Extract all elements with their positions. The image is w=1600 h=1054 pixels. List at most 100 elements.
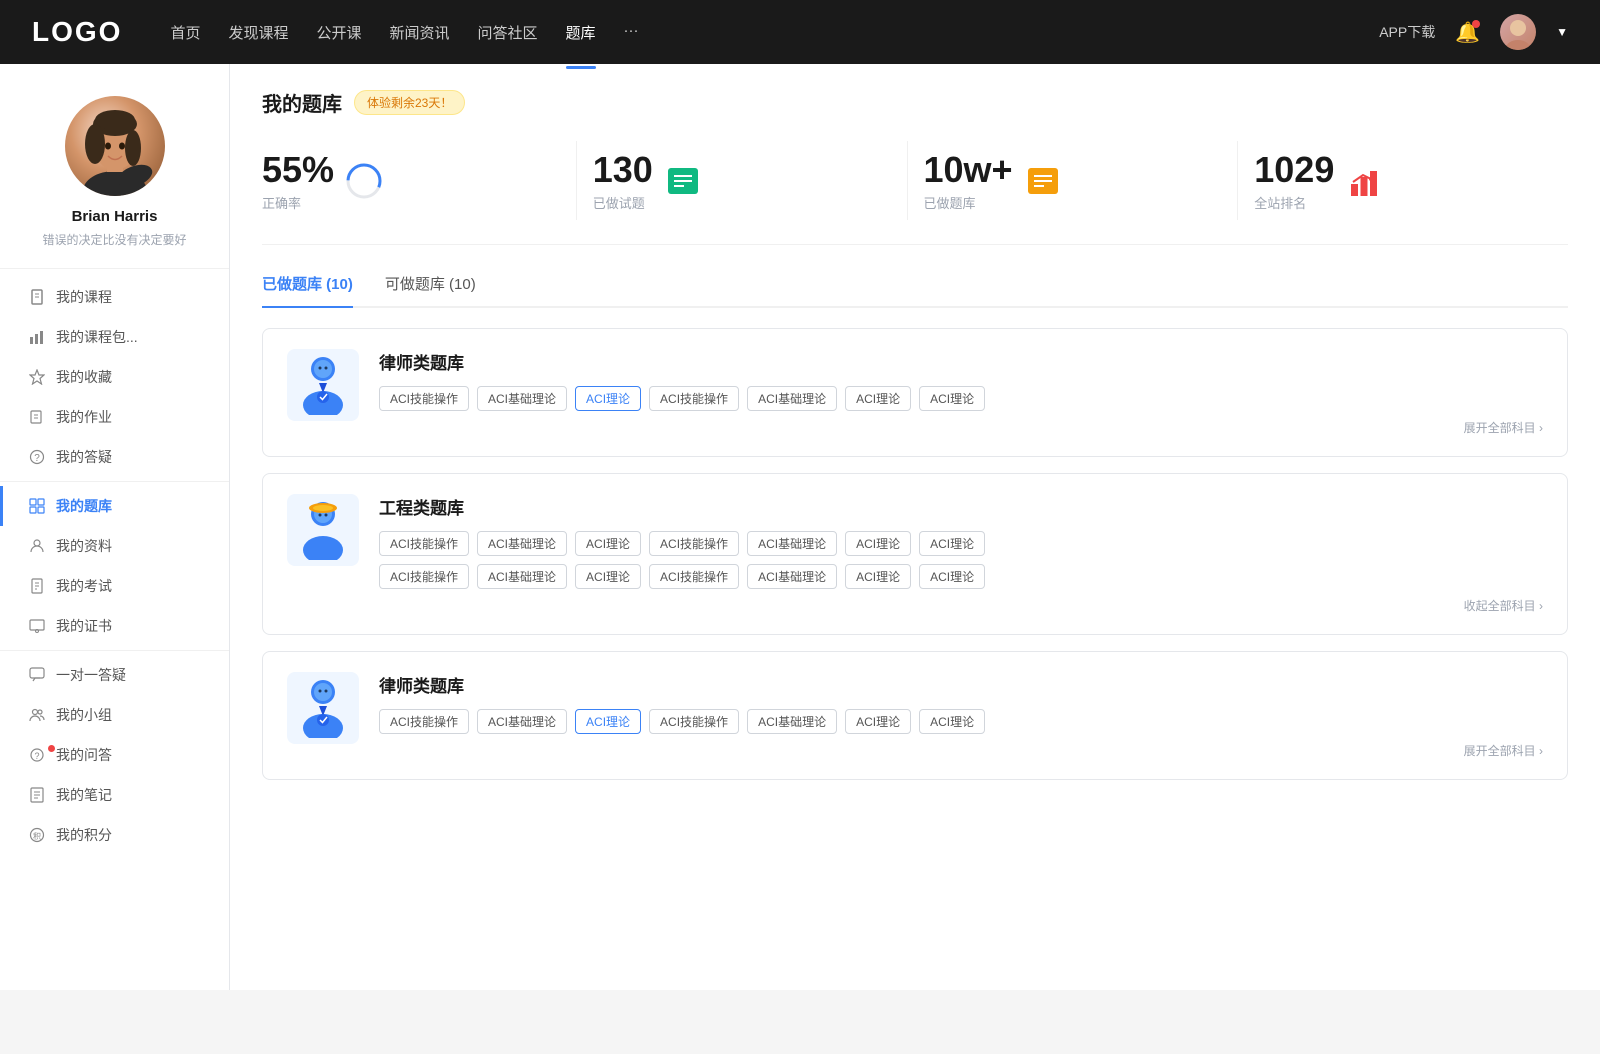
questions-icon: [665, 163, 701, 199]
tab-todo[interactable]: 可做题库 (10): [385, 273, 476, 306]
sidebar-label: 我的资料: [56, 536, 112, 556]
sidebar-item-group[interactable]: 我的小组: [0, 695, 229, 735]
sidebar-item-favorites[interactable]: 我的收藏: [0, 357, 229, 397]
sidebar-item-mycourse[interactable]: 我的课程: [0, 277, 229, 317]
sidebar-item-profile[interactable]: 我的资料: [0, 526, 229, 566]
subject-content: 工程类题库 ACI技能操作 ACI基础理论 ACI理论 ACI技能操作 ACI基…: [379, 494, 1543, 614]
sidebar-item-questionanswer[interactable]: ? 我的问答: [0, 735, 229, 775]
stat-done-questions: 130 已做试题: [577, 141, 908, 220]
tag[interactable]: ACI技能操作: [649, 564, 739, 589]
sidebar-menu: 我的课程 我的课程包... 我的收藏 我的作业: [0, 269, 229, 863]
stat-number: 10w+: [924, 149, 1013, 191]
subject-content: 律师类题库 ACI技能操作 ACI基础理论 ACI理论 ACI技能操作 ACI基…: [379, 349, 1543, 436]
nav-right: APP下载 🔔 ▼: [1379, 14, 1568, 50]
sidebar-label: 我的课程包...: [56, 327, 138, 347]
stat-label: 已做题库: [924, 193, 1013, 212]
navbar: LOGO 首页 发现课程 公开课 新闻资讯 问答社区 题库 ··· APP下载 …: [0, 0, 1600, 64]
sidebar-label: 我的小组: [56, 705, 112, 725]
notification-bell[interactable]: 🔔: [1455, 20, 1480, 45]
tag[interactable]: ACI理论: [575, 531, 641, 556]
expand-button[interactable]: 展开全部科目 ›: [379, 419, 1543, 436]
sidebar-item-points[interactable]: 积 我的积分: [0, 815, 229, 855]
stat-rank: 1029 全站排名: [1238, 141, 1568, 220]
sidebar-item-coursepackage[interactable]: 我的课程包...: [0, 317, 229, 357]
sidebar-slogan: 错误的决定比没有决定要好: [42, 231, 186, 248]
stats-row: 55% 正确率 130 已做试题: [262, 141, 1568, 245]
tag[interactable]: ACI理论: [845, 386, 911, 411]
nav-link-home[interactable]: 首页: [170, 18, 200, 47]
subject-card-header: 工程类题库 ACI技能操作 ACI基础理论 ACI理论 ACI技能操作 ACI基…: [287, 494, 1543, 614]
svg-text:?: ?: [34, 453, 40, 464]
nav-link-open[interactable]: 公开课: [316, 18, 361, 47]
qa-icon: ?: [28, 746, 46, 764]
tag[interactable]: ACI基础理论: [747, 386, 837, 411]
tabs-row: 已做题库 (10) 可做题库 (10): [262, 273, 1568, 308]
trial-badge: 体验剩余23天！: [354, 90, 465, 115]
sidebar-item-notes[interactable]: 我的笔记: [0, 775, 229, 815]
sidebar-item-quizbank[interactable]: 我的题库: [0, 486, 229, 526]
tag[interactable]: ACI基础理论: [747, 709, 837, 734]
app-download-link[interactable]: APP下载: [1379, 22, 1435, 42]
tag[interactable]: ACI理论: [845, 709, 911, 734]
tag[interactable]: ACI理论: [919, 531, 985, 556]
sidebar-item-certificate[interactable]: 我的证书: [0, 606, 229, 646]
subject-title: 律师类题库: [379, 672, 1543, 697]
tab-done[interactable]: 已做题库 (10): [262, 273, 353, 306]
nav-link-qa[interactable]: 问答社区: [478, 18, 538, 47]
sidebar-label: 我的笔记: [56, 785, 112, 805]
tag[interactable]: ACI技能操作: [379, 531, 469, 556]
nav-link-news[interactable]: 新闻资讯: [390, 18, 450, 47]
stat-value: 10w+ 已做题库: [924, 149, 1013, 212]
collapse-button[interactable]: 收起全部科目 ›: [379, 597, 1543, 614]
expand-button[interactable]: 展开全部科目 ›: [379, 742, 1543, 759]
tag[interactable]: ACI技能操作: [379, 564, 469, 589]
subject-card-lawyer-2: 律师类题库 ACI技能操作 ACI基础理论 ACI理论 ACI技能操作 ACI基…: [262, 651, 1568, 780]
avatar: [65, 96, 165, 196]
tag-active[interactable]: ACI理论: [575, 386, 641, 411]
sidebar-label: 我的作业: [56, 407, 112, 427]
tag[interactable]: ACI理论: [845, 531, 911, 556]
sidebar-item-1on1[interactable]: 一对一答疑: [0, 655, 229, 695]
sidebar-label: 我的考试: [56, 576, 112, 596]
tag[interactable]: ACI基础理论: [747, 531, 837, 556]
tag[interactable]: ACI技能操作: [649, 386, 739, 411]
tag[interactable]: ACI基础理论: [747, 564, 837, 589]
tag-active[interactable]: ACI理论: [575, 709, 641, 734]
avatar-chevron-icon[interactable]: ▼: [1556, 25, 1568, 39]
person-icon: [28, 537, 46, 555]
subject-tags: ACI技能操作 ACI基础理论 ACI理论 ACI技能操作 ACI基础理论 AC…: [379, 386, 1543, 411]
tag[interactable]: ACI基础理论: [477, 531, 567, 556]
edit-icon: [28, 408, 46, 426]
tag[interactable]: ACI技能操作: [379, 709, 469, 734]
sidebar-label: 我的课程: [56, 287, 112, 307]
tag[interactable]: ACI理论: [919, 564, 985, 589]
main-content: 我的题库 体验剩余23天！ 55% 正确率: [230, 64, 1600, 990]
sidebar-item-homework[interactable]: 我的作业: [0, 397, 229, 437]
stat-value: 1029 全站排名: [1254, 149, 1334, 212]
tag[interactable]: ACI基础理论: [477, 386, 567, 411]
logo: LOGO: [32, 16, 122, 48]
nav-link-courses[interactable]: 发现课程: [228, 18, 288, 47]
file-icon: [28, 577, 46, 595]
tag[interactable]: ACI理论: [919, 709, 985, 734]
tag[interactable]: ACI理论: [575, 564, 641, 589]
subject-icon: [287, 349, 359, 421]
stat-label: 正确率: [262, 193, 334, 212]
subject-icon: [287, 494, 359, 566]
tag[interactable]: ACI技能操作: [649, 531, 739, 556]
stat-label: 全站排名: [1254, 193, 1334, 212]
chat-icon: [28, 666, 46, 684]
tag[interactable]: ACI理论: [845, 564, 911, 589]
sidebar-item-myqa[interactable]: ? 我的答疑: [0, 437, 229, 477]
nav-link-more[interactable]: ···: [624, 18, 639, 47]
tag[interactable]: ACI基础理论: [477, 709, 567, 734]
nav-link-quizbank[interactable]: 题库: [566, 18, 596, 47]
tag[interactable]: ACI基础理论: [477, 564, 567, 589]
tag[interactable]: ACI理论: [919, 386, 985, 411]
tag[interactable]: ACI技能操作: [649, 709, 739, 734]
certificate-icon: [28, 617, 46, 635]
avatar[interactable]: [1500, 14, 1536, 50]
tag[interactable]: ACI技能操作: [379, 386, 469, 411]
stat-value: 130 已做试题: [593, 149, 653, 212]
sidebar-item-exam[interactable]: 我的考试: [0, 566, 229, 606]
